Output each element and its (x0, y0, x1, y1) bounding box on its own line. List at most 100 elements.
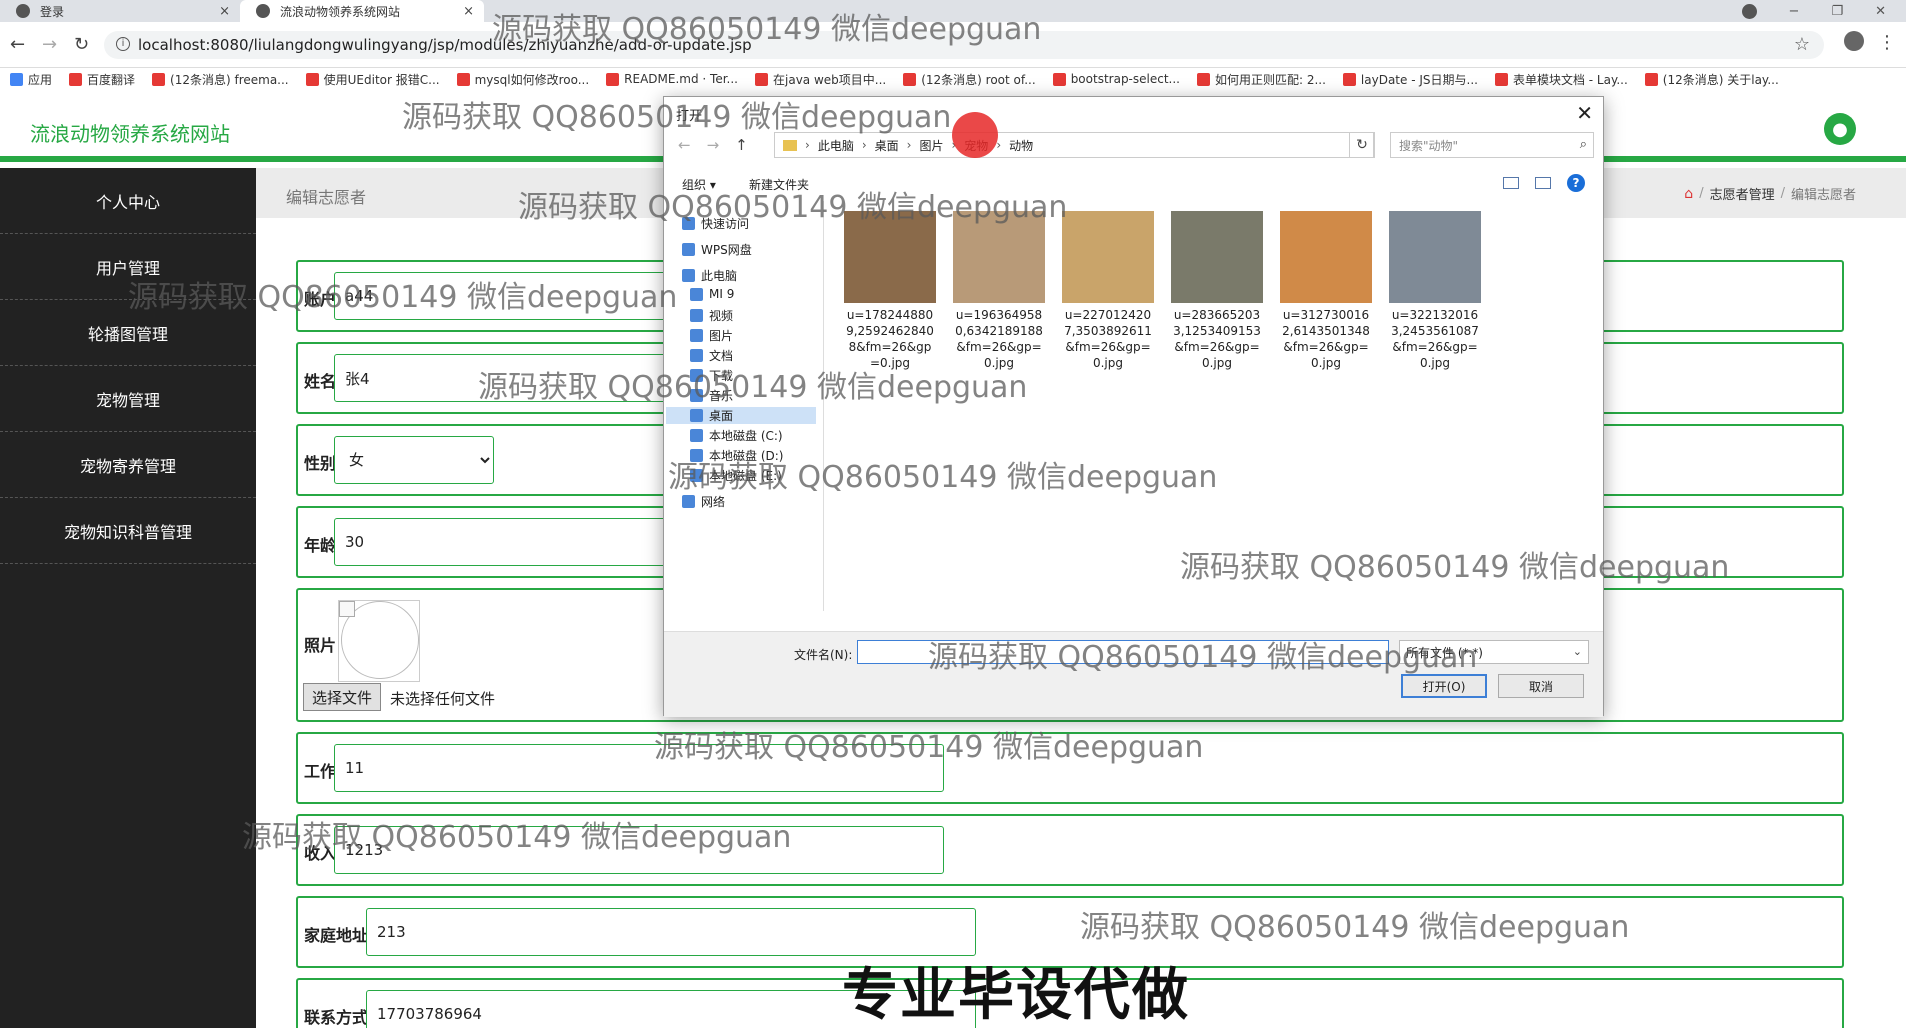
tab-close-icon[interactable]: × (463, 4, 474, 19)
cancel-button[interactable]: 取消 (1498, 674, 1584, 698)
nav-item[interactable]: 下载 (690, 367, 733, 384)
view-options: ? (1503, 174, 1585, 192)
filename-input[interactable] (857, 640, 1389, 664)
bookmark-item[interactable]: 应用 (10, 71, 52, 88)
dialog-close-icon[interactable]: ✕ (1576, 101, 1593, 125)
bookmark-icon (1494, 72, 1508, 86)
nav-item[interactable]: 图片 (690, 327, 733, 344)
gender-select[interactable]: 女 (334, 436, 494, 484)
bookmark-item[interactable]: 如何用正则匹配: 2... (1196, 71, 1326, 88)
job-field[interactable] (334, 744, 944, 792)
folder-icon (783, 139, 797, 151)
file-item[interactable]: u=3221320163,2453561087&fm=26&gp=0.jpg (1389, 211, 1481, 371)
nav-item[interactable]: 音乐 (690, 387, 733, 404)
image-thumbnail (844, 211, 936, 303)
bookmark-item[interactable]: 百度翻译 (69, 71, 135, 88)
window-close-button[interactable]: ✕ (1875, 4, 1886, 19)
address-bar: ← → ↻ i localhost:8080/liulangdongwuling… (0, 22, 1906, 68)
address-field[interactable] (366, 908, 976, 956)
bookmark-item[interactable]: mysql如何修改roo... (456, 71, 589, 88)
url-field[interactable]: i localhost:8080/liulangdongwulingyang/j… (104, 31, 1824, 59)
file-item[interactable]: u=3127300162,6143501348&fm=26&gp=0.jpg (1280, 211, 1372, 371)
broken-image-icon (339, 601, 355, 617)
sidebar-item-personal-center[interactable]: 个人中心 (0, 168, 256, 234)
form-row-income: 收入 (296, 814, 1844, 886)
globe-icon (16, 4, 30, 18)
forward-icon[interactable]: → (42, 34, 57, 55)
income-label: 收入 (304, 844, 337, 863)
dialog-address-bar: ← → ↑ ›此电脑 ›桌面 ›图片 ›宠物 ›动物 ↻ 搜索"动物" ⌕ (664, 129, 1603, 163)
dialog-up-icon[interactable]: ↑ (735, 136, 748, 154)
nav-item[interactable]: 视频 (690, 307, 733, 324)
file-item[interactable]: u=2836652033,1253409153&fm=26&gp=0.jpg (1171, 211, 1263, 371)
nav-item[interactable]: 本地磁盘 (D:) (690, 447, 783, 464)
dialog-back-icon[interactable]: ← (678, 136, 691, 154)
nav-item[interactable]: 本地磁盘 (E:) (690, 467, 782, 484)
file-item[interactable]: u=1963649580,6342189188&fm=26&gp=0.jpg (953, 211, 1045, 371)
restore-button[interactable]: ❐ (1831, 4, 1843, 19)
nav-item[interactable]: 桌面 (666, 407, 816, 424)
sidebar-item-carousel-management[interactable]: 轮播图管理 (0, 300, 256, 366)
nav-item[interactable]: 快速访问 (682, 215, 749, 232)
info-icon[interactable]: i (116, 37, 130, 51)
bookmark-item[interactable]: bootstrap-select... (1052, 72, 1180, 86)
bookmark-item[interactable]: 表单模块文档 - Lay... (1494, 71, 1628, 88)
bookmark-item[interactable]: (12条消息) freema... (152, 71, 289, 88)
file-item[interactable]: u=2270124207,3503892611&fm=26&gp=0.jpg (1062, 211, 1154, 371)
bookmark-icon (305, 72, 319, 86)
menu-icon[interactable]: ⋮ (1878, 32, 1896, 53)
bookmark-item[interactable]: (12条消息) root of... (903, 71, 1036, 88)
help-icon[interactable]: ? (1567, 174, 1585, 192)
minimize-button[interactable]: − (1789, 4, 1800, 19)
nav-item[interactable]: 此电脑 (682, 267, 737, 284)
sidebar-item-pet-management[interactable]: 宠物管理 (0, 366, 256, 432)
bookmark-item[interactable]: layDate - JS日期与... (1342, 71, 1478, 88)
view-mode-icon[interactable] (1503, 177, 1519, 189)
reload-icon[interactable]: ↻ (74, 34, 89, 55)
dialog-title-bar[interactable]: 打开 ✕ (664, 97, 1603, 129)
gender-label: 性别 (304, 454, 337, 473)
user-avatar-icon[interactable]: ● (1824, 113, 1856, 145)
nav-item[interactable]: WPS网盘 (682, 241, 752, 258)
nav-item[interactable]: 网络 (682, 493, 725, 510)
tab-close-icon[interactable]: × (219, 4, 230, 19)
profile-icon[interactable] (1741, 3, 1757, 19)
form-row-job: 工作 (296, 732, 1844, 804)
bookmark-icon (1196, 72, 1210, 86)
bookmark-star-icon[interactable]: ☆ (1794, 34, 1810, 55)
bookmark-item[interactable]: (12条消息) 关于lay... (1644, 71, 1779, 88)
bookmark-item[interactable]: 使用UEditor 报错C... (305, 71, 440, 88)
organize-button[interactable]: 组织 ▾ (682, 176, 716, 193)
bookmark-icon (456, 72, 470, 86)
breadcrumb-volunteer-management[interactable]: 志愿者管理 (1710, 184, 1775, 203)
image-thumbnail (1062, 211, 1154, 303)
dialog-refresh-icon[interactable]: ↻ (1349, 132, 1375, 158)
nav-item[interactable]: 文档 (690, 347, 733, 364)
new-folder-button[interactable]: 新建文件夹 (749, 176, 809, 193)
preview-pane-icon[interactable] (1535, 177, 1551, 189)
bookmark-item[interactable]: 在java web项目中... (755, 71, 886, 88)
sidebar-item-pet-knowledge-management[interactable]: 宠物知识科普管理 (0, 498, 256, 564)
nav-item[interactable]: MI 9 (690, 287, 734, 301)
tab-site[interactable]: 流浪动物领养系统网站 × (240, 0, 484, 22)
image-thumbnail (1389, 211, 1481, 303)
home-icon[interactable]: ⌂ (1684, 186, 1693, 202)
dialog-path[interactable]: ›此电脑 ›桌面 ›图片 ›宠物 ›动物 (774, 132, 1374, 158)
breadcrumb-current: 编辑志愿者 (1790, 188, 1856, 203)
bookmark-item[interactable]: README.md · Ter... (606, 72, 738, 86)
account-icon[interactable] (1844, 31, 1864, 51)
sidebar-item-pet-foster-management[interactable]: 宠物寄养管理 (0, 432, 256, 498)
filetype-select[interactable]: 所有文件 (*.*) ⌄ (1399, 640, 1589, 664)
sidebar-item-user-management[interactable]: 用户管理 (0, 234, 256, 300)
bookmark-icon (1644, 72, 1658, 86)
nav-item[interactable]: 本地磁盘 (C:) (690, 427, 783, 444)
open-button[interactable]: 打开(O) (1401, 674, 1487, 698)
file-item[interactable]: u=1782448809,25924628408&fm=26&gp=0.jpg (844, 211, 936, 371)
dialog-forward-icon[interactable]: → (707, 136, 720, 154)
page-title: 编辑志愿者 (286, 188, 367, 207)
dialog-search-input[interactable]: 搜索"动物" ⌕ (1390, 132, 1594, 158)
back-icon[interactable]: ← (10, 34, 25, 55)
choose-file-button[interactable]: 选择文件 (303, 683, 382, 711)
income-field[interactable] (334, 826, 944, 874)
tab-login[interactable]: 登录 × (0, 0, 240, 22)
